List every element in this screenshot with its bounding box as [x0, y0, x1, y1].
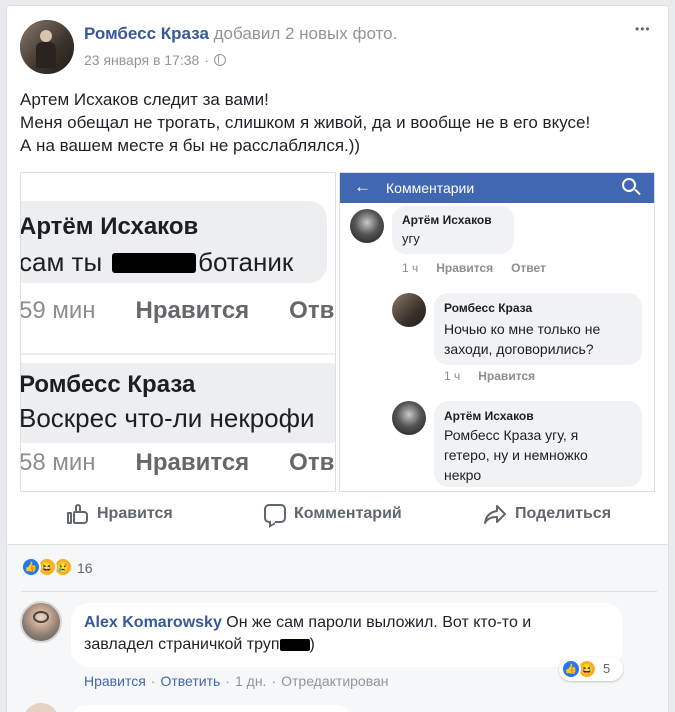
- photo1-like: Нравится: [135, 297, 250, 324]
- post-action-text: добавил 2 новых фото.: [213, 24, 398, 43]
- comment-time[interactable]: 1 дн.: [235, 673, 266, 689]
- post-meta: 23 января в 17:38 ·: [84, 52, 226, 68]
- comment-text-line: гетеро, ну и немножко: [444, 447, 588, 463]
- photo1-msg-1-part: ботаник: [198, 247, 294, 277]
- photo1-reply: Отве: [289, 449, 335, 476]
- post-date[interactable]: 23 января в 17:38: [84, 52, 199, 68]
- photo1-name-2: Ромбесс Краза: [20, 371, 196, 398]
- comment-reactions[interactable]: 👍 😆 5: [559, 657, 623, 681]
- comment-reply: Ответ: [511, 261, 546, 275]
- separator: ·: [225, 673, 230, 689]
- separator: ·: [150, 673, 156, 689]
- comment-text: завладел страничкой труп: [84, 636, 280, 653]
- like-button[interactable]: Нравится: [67, 504, 173, 524]
- post-card: Ромбесс Краза добавил 2 новых фото. 23 я…: [6, 5, 669, 545]
- next-commenter-avatar[interactable]: [23, 703, 59, 712]
- comment-text: угу: [402, 231, 420, 246]
- comment-meta: 1 ч Нравится Ответ: [402, 261, 546, 275]
- separator: ·: [271, 673, 277, 689]
- photo1-reply: Отве: [289, 297, 335, 324]
- comment-icon: [264, 504, 286, 528]
- globe-icon: [213, 54, 226, 66]
- comment-text: Ромбесс Краза угу, я гетеро, ну и немнож…: [444, 425, 588, 485]
- avatar: [392, 401, 426, 435]
- comment-text: Он же сам пароли выложил. Вот кто-то и: [226, 614, 532, 631]
- like-reaction-icon: 👍: [21, 557, 41, 577]
- photo1-msg-2: Воскрес что-ли некрофи: [20, 403, 315, 433]
- redaction-bar: [279, 639, 310, 651]
- comment-text-line: заходи, договорились?: [444, 341, 594, 357]
- section-divider: [21, 591, 657, 592]
- comment-text-line: некро: [444, 467, 482, 483]
- comment-text: ): [309, 636, 315, 653]
- redaction-bar: [112, 252, 197, 273]
- photo-1[interactable]: Артём Исхаков сам ты ботаник 59 мин Нрав…: [20, 172, 336, 492]
- photo-2[interactable]: ← Комментарии Артём Исхаков угу 1 ч Нрав…: [339, 172, 655, 492]
- comments-section: 👍 😆 😢 16 Alex Komarowsky Он же сам парол…: [6, 545, 669, 712]
- search-icon-handle: [634, 188, 641, 196]
- comment-author: Артём Исхаков: [402, 213, 492, 227]
- comment-button[interactable]: Комментарий: [264, 504, 402, 528]
- commenter-avatar[interactable]: [20, 601, 62, 643]
- comment-author: Артём Исхаков: [444, 409, 534, 423]
- reactions-count: 16: [77, 560, 93, 576]
- share-label: Поделиться: [515, 505, 612, 522]
- comment-reaction-count: 5: [603, 661, 611, 676]
- next-comment-bubble: [71, 705, 351, 712]
- comment-reply-link[interactable]: Ответить: [160, 673, 220, 689]
- like-label: Нравится: [97, 505, 173, 522]
- comment-meta: 1 ч Нравится: [444, 369, 535, 383]
- comment-body: Alex Komarowsky Он же сам пароли выложил…: [84, 612, 624, 656]
- comment-line: завладел страничкой труп ): [84, 634, 624, 656]
- comment-label: Комментарий: [294, 504, 402, 522]
- post-text-line: Артем Исхаков следит за вами!: [20, 90, 269, 109]
- comments-header-bar: ← Комментарии: [340, 173, 654, 203]
- thumbs-up-icon: [67, 504, 89, 524]
- meta-separator: ·: [204, 52, 209, 68]
- like-reaction-icon: 👍: [561, 659, 581, 679]
- post-text-line: А на вашем месте я бы не расслаблялся.)): [20, 136, 361, 155]
- share-icon: [483, 504, 507, 524]
- comment-actions: Нравится · Ответить · 1 дн. · Отредактир…: [84, 673, 389, 689]
- photo1-meta-2: 58 мин Нравится Отве: [20, 449, 335, 477]
- comment-time: 1 ч: [444, 369, 461, 383]
- post-menu-button[interactable]: •••: [635, 22, 651, 36]
- comment-time: 1 ч: [402, 261, 419, 275]
- comment-text: Ночью ко мне только не заходи, договорил…: [444, 319, 600, 359]
- photo1-meta-1: 59 мин Нравится Отве: [20, 297, 335, 325]
- photo1-time: 58 мин: [20, 449, 96, 476]
- comment-text-line: Ночью ко мне только не: [444, 321, 601, 337]
- comment-like: Нравится: [436, 261, 494, 275]
- share-button[interactable]: Поделиться: [483, 504, 611, 524]
- comment-author: Ромбесс Краза: [444, 301, 533, 315]
- avatar: [392, 293, 426, 327]
- comment-edited[interactable]: Отредактирован: [281, 673, 388, 689]
- comment-author-link[interactable]: Alex Komarowsky: [84, 614, 222, 631]
- photo1-like: Нравится: [135, 449, 250, 476]
- comments-header-title: Комментарии: [386, 180, 475, 196]
- comment-text-line: Ромбесс Краза угу, я: [444, 427, 579, 443]
- post-author-link[interactable]: Ромбесс Краза: [84, 24, 209, 43]
- post-text: Артем Исхаков следит за вами! Меня обеща…: [20, 88, 590, 157]
- action-bar-divider: [20, 498, 656, 499]
- comment-like: Нравится: [478, 369, 536, 383]
- photo1-name-1: Артём Исхаков: [20, 213, 199, 240]
- photo1-msg-1-part: сам ты: [20, 247, 103, 277]
- reactions-summary[interactable]: 👍 😆 😢 16: [21, 557, 121, 581]
- post-header-line: Ромбесс Краза добавил 2 новых фото.: [84, 24, 397, 44]
- photo1-divider: [21, 353, 335, 355]
- author-avatar[interactable]: [20, 20, 74, 74]
- back-arrow-icon: ←: [354, 177, 371, 196]
- avatar: [350, 209, 384, 243]
- comment-line: Alex Komarowsky Он же сам пароли выложил…: [84, 612, 624, 634]
- photo1-time: 59 мин: [20, 297, 96, 324]
- photo1-msg-1: сам ты ботаник: [20, 247, 294, 278]
- post-text-line: Меня обещал не трогать, слишком я живой,…: [20, 113, 591, 132]
- comment-like-link[interactable]: Нравится: [84, 673, 146, 689]
